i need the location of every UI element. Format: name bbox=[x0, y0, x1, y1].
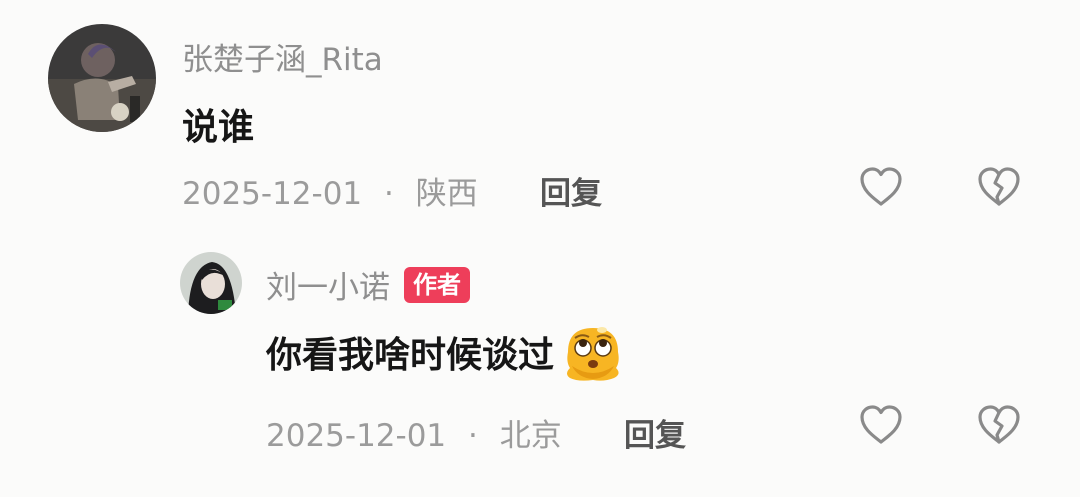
broken-heart-icon bbox=[978, 167, 1020, 206]
like-button[interactable] bbox=[858, 402, 904, 448]
comment-text: 说谁 bbox=[182, 107, 255, 148]
author-badge: 作者 bbox=[404, 266, 470, 303]
reply-username[interactable]: 刘一小诺 bbox=[266, 262, 390, 307]
dislike-button[interactable] bbox=[976, 402, 1022, 448]
heart-outline-icon bbox=[860, 167, 902, 206]
rolling-eyes-emoji-icon bbox=[558, 322, 628, 382]
reply-avatar[interactable] bbox=[180, 252, 242, 314]
reply-date: 2025-12-01 bbox=[266, 418, 447, 454]
reply-content: 你看我啥时候谈过 bbox=[266, 322, 628, 382]
avatar[interactable] bbox=[48, 24, 156, 132]
reply-header: 刘一小诺 作者 bbox=[266, 262, 470, 307]
comment-meta: 2025-12-01 · 陕西 bbox=[182, 168, 478, 213]
broken-heart-icon bbox=[978, 405, 1020, 444]
meta-separator: · bbox=[468, 418, 478, 454]
comment-username[interactable]: 张楚子涵_Rita bbox=[182, 34, 383, 79]
heart-outline-icon bbox=[860, 405, 902, 444]
dislike-button[interactable] bbox=[976, 164, 1022, 210]
reply-location: 北京 bbox=[499, 418, 562, 454]
reply-button[interactable]: 回复 bbox=[624, 410, 686, 455]
comment-location: 陕西 bbox=[415, 176, 478, 212]
reply-text: 你看我啥时候谈过 bbox=[266, 335, 555, 376]
reply-button[interactable]: 回复 bbox=[540, 168, 602, 213]
comment-date: 2025-12-01 bbox=[182, 176, 363, 212]
meta-separator: · bbox=[384, 176, 394, 212]
reply-meta: 2025-12-01 · 北京 bbox=[266, 410, 562, 455]
like-button[interactable] bbox=[858, 164, 904, 210]
